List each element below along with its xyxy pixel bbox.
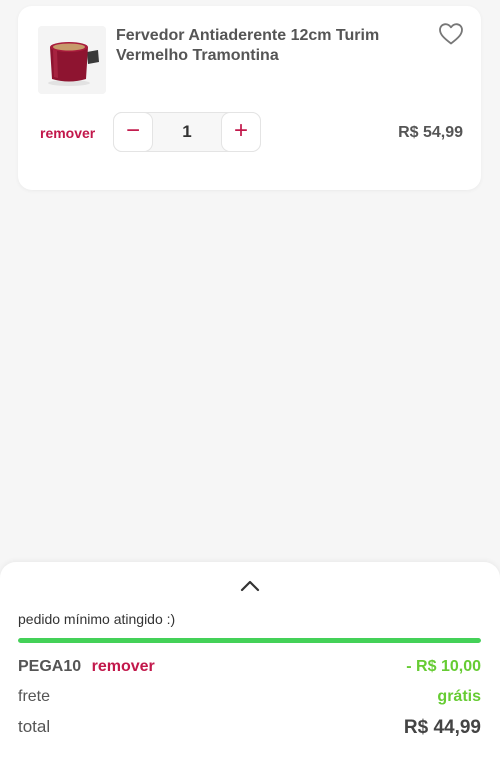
shipping-value: grátis: [437, 688, 481, 705]
order-summary-panel: pedido mínimo atingido :) PEGA10 remover…: [0, 562, 500, 762]
cart-item-card: Fervedor Antiaderente 12cm Turim Vermelh…: [18, 6, 481, 190]
decrement-button[interactable]: −: [113, 112, 153, 152]
coupon-code: PEGA10: [18, 658, 82, 675]
min-order-progress-bar: [18, 638, 481, 643]
remove-item-button[interactable]: remover: [40, 125, 95, 141]
heart-outline-icon: [439, 23, 463, 45]
remove-coupon-button[interactable]: remover: [92, 658, 155, 675]
quantity-stepper: − 1 +: [113, 112, 261, 152]
plus-icon: +: [233, 117, 248, 144]
red-milk-pot-image: [38, 26, 106, 94]
product-image[interactable]: [38, 26, 106, 94]
min-order-status: pedido mínimo atingido :): [18, 611, 176, 627]
expand-summary-button[interactable]: [238, 576, 262, 596]
quantity-value[interactable]: 1: [154, 113, 220, 151]
favorite-button[interactable]: [438, 22, 464, 46]
shipping-label: frete: [18, 688, 51, 705]
product-title: Fervedor Antiaderente 12cm Turim Vermelh…: [116, 27, 380, 64]
total-label: total: [18, 717, 51, 736]
shipping-row: frete grátis: [18, 688, 481, 710]
increment-button[interactable]: +: [221, 112, 261, 152]
coupon-row: PEGA10 remover - R$ 10,00: [18, 658, 481, 680]
total-row: total R$ 44,99: [18, 717, 481, 739]
item-price: R$ 54,99: [398, 124, 463, 141]
total-value: R$ 44,99: [403, 717, 481, 738]
discount-value: - R$ 10,00: [406, 658, 481, 675]
minus-icon: −: [125, 117, 140, 144]
chevron-up-icon: [240, 580, 260, 592]
min-order-progress-fill: [18, 638, 481, 643]
